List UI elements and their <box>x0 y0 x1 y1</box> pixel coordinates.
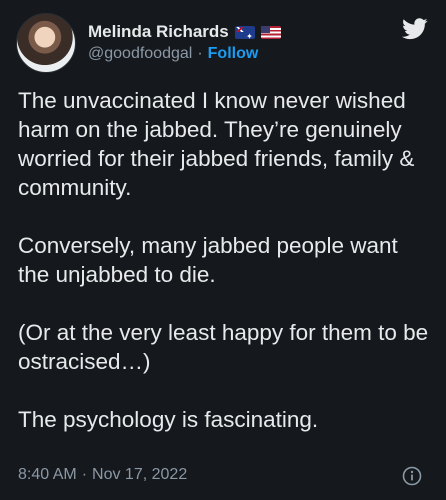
author-display-name[interactable]: Melinda Richards <box>88 22 229 42</box>
footer-separator: · <box>81 466 88 483</box>
tweet-time[interactable]: 8:40 AM <box>18 466 77 484</box>
author-block: Melinda Richards @goodfoodgal · Follow <box>88 21 281 65</box>
tweet-header: Melinda Richards @goodfoodgal · Follow <box>16 13 281 73</box>
tweet-text: The unvaccinated I know never wished har… <box>18 88 429 432</box>
author-handle[interactable]: @goodfoodgal <box>88 45 192 63</box>
twitter-bird-icon[interactable] <box>402 18 428 40</box>
info-icon[interactable] <box>402 466 422 486</box>
australia-flag-icon <box>234 25 255 39</box>
handle-row: @goodfoodgal · Follow <box>88 43 281 65</box>
tweet-date[interactable]: Nov 17, 2022 <box>92 466 187 484</box>
name-row: Melinda Richards <box>88 21 281 43</box>
us-flag-icon <box>260 25 281 39</box>
follow-button[interactable]: Follow <box>208 45 259 63</box>
handle-separator: · <box>197 45 203 62</box>
tweet-footer: 8:40 AM · Nov 17, 2022 <box>18 466 187 484</box>
tweet-card: Melinda Richards @goodfoodgal · Follow T… <box>0 0 446 500</box>
avatar[interactable] <box>16 13 76 73</box>
